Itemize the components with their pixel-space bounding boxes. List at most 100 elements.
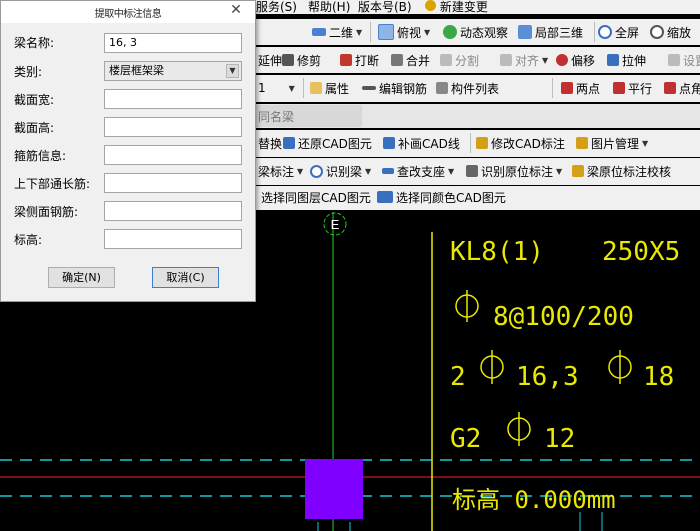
split-button[interactable]: 分割	[440, 49, 479, 71]
close-icon[interactable]: ✕	[225, 2, 247, 18]
ok-button[interactable]: 确定(N)	[48, 267, 115, 288]
draw-line-icon	[383, 137, 395, 149]
replace-button[interactable]: 替换	[258, 132, 282, 154]
select-same-color-button[interactable]: 选择同颜色CAD图元	[377, 186, 506, 208]
chevron-down-icon: ▼	[642, 138, 649, 148]
rebar-count: 2	[450, 362, 466, 392]
chevron-down-icon: ▼	[288, 83, 295, 93]
chevron-down-icon: ▼	[556, 166, 563, 176]
recognize-beam-dropdown[interactable]: 识别梁 ▼	[310, 160, 371, 182]
stirrup-info-field[interactable]	[104, 145, 242, 165]
in-situ-check-button[interactable]: 梁原位标注校核	[572, 160, 671, 182]
restore-cad-button[interactable]: 还原CAD图元	[283, 132, 372, 154]
draw-cad-line-label: 补画CAD线	[398, 136, 460, 151]
modify-cad-annotation-label: 修改CAD标注	[491, 136, 565, 151]
extend-button[interactable]: 延伸	[258, 49, 282, 71]
axis-label: E	[331, 217, 340, 232]
in-situ-icon	[466, 165, 478, 177]
parallel-icon	[613, 82, 625, 94]
image-icon	[576, 137, 588, 149]
image-management-label: 图片管理	[591, 136, 640, 151]
replace-label: 替换	[258, 136, 283, 151]
in-situ-check-label: 梁原位标注校核	[587, 164, 672, 179]
menu-help[interactable]: 帮助(H)	[308, 0, 350, 14]
trim-button[interactable]: 修剪	[282, 49, 321, 71]
rebar-dia-annotation-2: 18	[643, 362, 674, 392]
beam-annotation-dropdown[interactable]: 梁标注 ▼	[258, 160, 303, 182]
side-rebar-annotation: G2	[450, 424, 481, 454]
offset-label: 偏移	[571, 53, 596, 68]
separator	[594, 22, 595, 42]
chevron-down-icon: ▼	[424, 27, 431, 37]
elevation-field[interactable]	[104, 229, 242, 249]
menu-service[interactable]: 服务(S)	[256, 0, 297, 14]
properties-button[interactable]: 属性	[310, 77, 349, 99]
settings-icon	[668, 54, 680, 66]
draw-cad-line-button[interactable]: 补画CAD线	[383, 132, 460, 154]
view-mode-dropdown[interactable]: 二维 ▼	[312, 21, 362, 43]
merge-button[interactable]: 合并	[391, 49, 430, 71]
point-angle-button[interactable]: 点角	[664, 77, 700, 99]
category-label: 类别:	[14, 65, 43, 79]
cancel-button[interactable]: 取消(C)	[152, 267, 219, 288]
point-angle-label: 点角	[679, 81, 700, 96]
zoom-button[interactable]: 缩放	[650, 21, 691, 43]
edit-rebar-label: 编辑钢筋	[379, 81, 428, 96]
separator	[470, 133, 471, 153]
category-select[interactable]: 楼层框架梁 ▼	[104, 61, 242, 81]
orbit-button[interactable]: 动态观察	[443, 21, 508, 43]
menu-new-change[interactable]: 新建变更	[425, 0, 488, 14]
parallel-button[interactable]: 平行	[613, 77, 652, 99]
beam-name-label: 梁名称:	[14, 36, 55, 50]
split-icon	[440, 54, 452, 66]
continuous-rebar-label: 上下部通长筋:	[14, 177, 91, 191]
recognize-in-situ-dropdown[interactable]: 识别原位标注 ▼	[466, 160, 562, 182]
fullscreen-button[interactable]: 全屏	[598, 21, 639, 43]
rebar-icon	[362, 86, 376, 90]
chevron-down-icon[interactable]: ▼	[226, 64, 239, 78]
fullscreen-label: 全屏	[615, 25, 640, 40]
dialog-title-bar[interactable]: 提取中标注信息 ✕	[1, 1, 255, 23]
align-icon	[500, 54, 512, 66]
column[interactable]	[305, 459, 363, 519]
check-icon	[572, 165, 584, 177]
tab-same-name-beam[interactable]: 同名梁	[256, 105, 362, 127]
modify-cad-annotation-button[interactable]: 修改CAD标注	[476, 132, 565, 154]
edit-rebar-button[interactable]: 编辑钢筋	[362, 77, 427, 99]
beam-name-field[interactable]: 16, 3	[104, 33, 242, 53]
properties-label: 属性	[325, 81, 350, 96]
local-3d-button[interactable]: 局部三维	[518, 21, 583, 43]
settings-button[interactable]: 设置	[668, 49, 700, 71]
section-width-field[interactable]	[104, 89, 242, 109]
break-button[interactable]: 打断	[340, 49, 379, 71]
top-view-button[interactable]: 俯视 ▼	[378, 21, 430, 43]
component-list-label: 构件列表	[451, 81, 500, 96]
beam-name-annotation: KL8(1)	[450, 237, 544, 267]
offset-button[interactable]: 偏移	[556, 49, 595, 71]
rebar-dia-annotation: 16,3	[516, 362, 579, 392]
chevron-down-icon: ▼	[448, 166, 455, 176]
two-point-button[interactable]: 两点	[561, 77, 600, 99]
stirrup-info-label: 箍筋信息:	[14, 149, 67, 163]
separator	[303, 78, 304, 98]
point-angle-icon	[664, 82, 676, 94]
split-label: 分割	[455, 53, 480, 68]
phi-symbol	[480, 350, 504, 384]
side-rebar-field[interactable]	[104, 201, 242, 221]
dialog-title: 提取中标注信息	[94, 9, 162, 20]
restore-icon	[283, 137, 295, 149]
elevation-label: 标高:	[14, 233, 43, 247]
zoom-icon	[650, 25, 664, 39]
menu-version[interactable]: 版本号(B)	[358, 0, 412, 14]
restore-cad-label: 还原CAD图元	[298, 136, 372, 151]
stretch-button[interactable]: 拉伸	[607, 49, 646, 71]
check-support-dropdown[interactable]: 查改支座 ▼	[382, 160, 454, 182]
section-annotation: 250X5	[602, 237, 680, 267]
select-same-layer-button[interactable]: 选择同图层CAD图元	[261, 186, 371, 208]
continuous-rebar-field[interactable]	[104, 173, 242, 193]
align-dropdown[interactable]: 对齐 ▼	[500, 49, 548, 71]
component-list-button[interactable]: 构件列表	[436, 77, 499, 99]
floor-dropdown[interactable]: 1 ▼	[258, 77, 298, 99]
section-height-field[interactable]	[104, 117, 242, 137]
image-management-dropdown[interactable]: 图片管理 ▼	[576, 132, 648, 154]
